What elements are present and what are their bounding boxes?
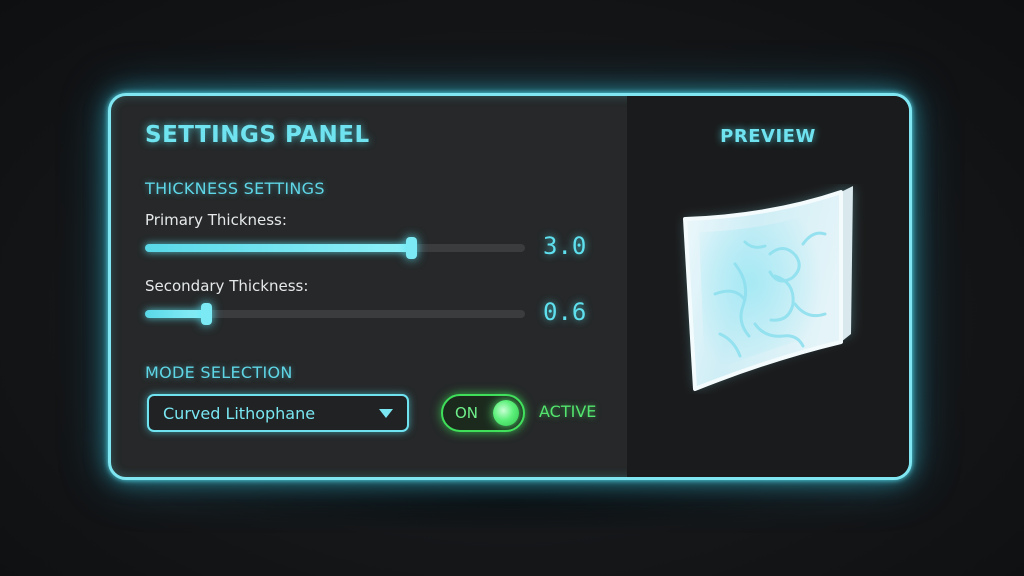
- primary-thickness-value: 3.0: [543, 232, 587, 260]
- toggle-knob: [493, 400, 519, 426]
- primary-slider-fill: [145, 244, 411, 252]
- preview-title: PREVIEW: [720, 126, 816, 147]
- secondary-thickness-value: 0.6: [543, 298, 587, 326]
- primary-slider-thumb[interactable]: [406, 237, 417, 259]
- secondary-thickness-slider[interactable]: [145, 303, 525, 325]
- panel-title: SETTINGS PANEL: [145, 122, 370, 148]
- thickness-settings-heading: THICKNESS SETTINGS: [145, 179, 325, 198]
- settings-panel: SETTINGS PANEL THICKNESS SETTINGS Primar…: [108, 93, 912, 480]
- preview-pane: PREVIEW: [627, 96, 909, 477]
- mode-dropdown[interactable]: Curved Lithophane: [147, 394, 409, 432]
- status-label: ACTIVE: [539, 402, 597, 421]
- mode-toggle[interactable]: ON: [441, 394, 525, 432]
- mode-selection-heading: MODE SELECTION: [145, 363, 293, 382]
- secondary-slider-fill: [145, 310, 206, 318]
- secondary-thickness-label: Secondary Thickness:: [145, 277, 309, 295]
- secondary-slider-thumb[interactable]: [200, 303, 212, 325]
- mode-dropdown-value: Curved Lithophane: [163, 404, 316, 423]
- primary-thickness-slider[interactable]: [145, 237, 525, 259]
- curved-lithophane-preview: [683, 186, 853, 391]
- toggle-on-label: ON: [455, 404, 479, 422]
- settings-pane: SETTINGS PANEL THICKNESS SETTINGS Primar…: [111, 96, 627, 477]
- chevron-down-icon: [379, 409, 393, 418]
- primary-thickness-label: Primary Thickness:: [145, 211, 287, 229]
